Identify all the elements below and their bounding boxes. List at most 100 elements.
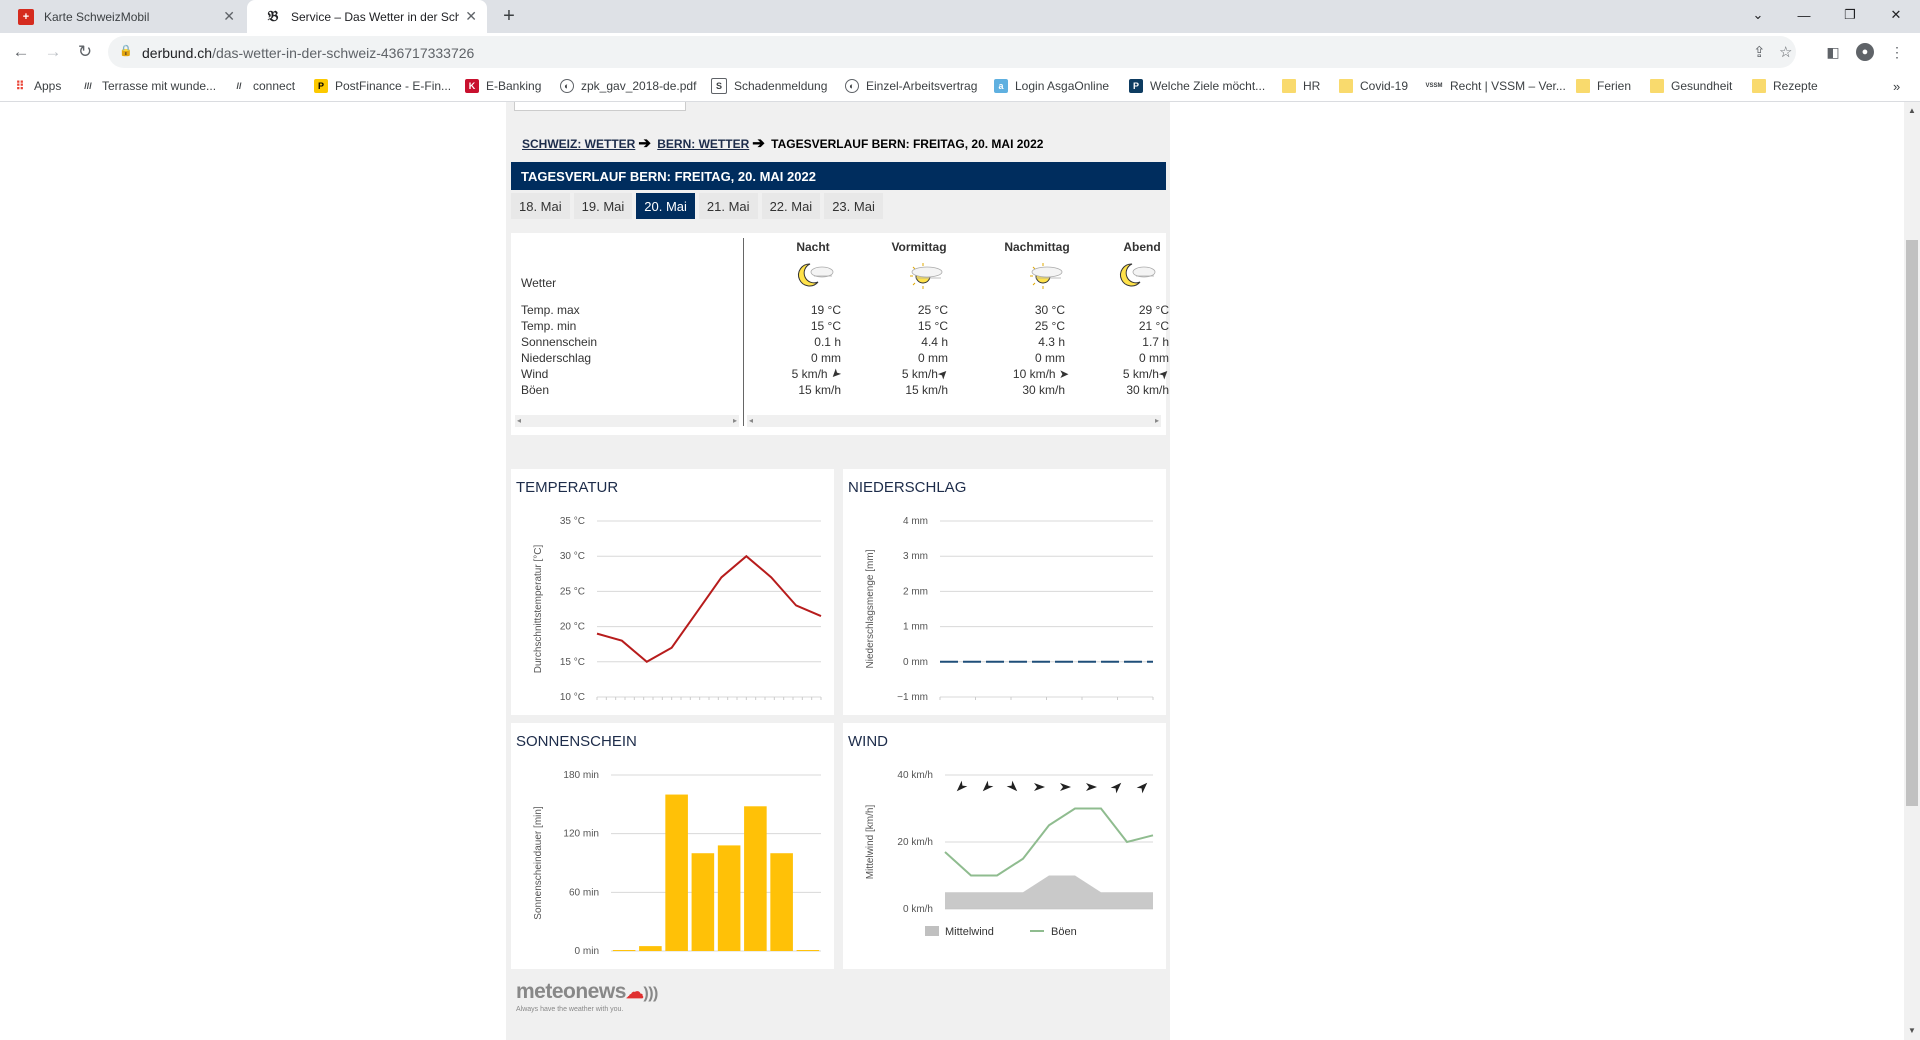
y-tick-label: 180 min (563, 770, 599, 781)
location-select[interactable] (514, 102, 686, 111)
sunshine-bar (770, 853, 793, 951)
close-tab-icon[interactable]: ✕ (465, 8, 477, 25)
breadcrumb: SCHWEIZ: WETTER ➔ BERN: WETTER ➔ TAGESVERL… (522, 134, 1043, 152)
bookmark-zpk[interactable]: ◐ zpk_gav_2018-de.pdf (560, 78, 696, 94)
cell-nacht-tmin: 15 °C (810, 319, 841, 333)
bookmark-star-icon[interactable]: ☆ (1779, 43, 1792, 61)
scroll-down-icon[interactable]: ▼ (1908, 1026, 1916, 1035)
bookmark-folder-covid[interactable]: Covid-19 (1339, 78, 1408, 94)
tab-day-18[interactable]: 18. Mai (511, 193, 570, 219)
bookmark-postfinance[interactable]: P PostFinance - E-Fin... (314, 78, 451, 94)
new-tab-button[interactable]: + (497, 4, 521, 28)
side-panel-icon[interactable]: ◧ (1822, 41, 1844, 63)
sunshine-panel: SONNENSCHEIN 180 min 120 min 60 min 0 min So… (511, 723, 834, 969)
close-tab-icon[interactable]: ✕ (223, 8, 235, 25)
col-head-vormittag: Vormittag (891, 240, 947, 254)
page-scrollbar[interactable]: ▲ ▼ (1904, 102, 1920, 1040)
arrow-right-icon: ➔ (638, 135, 651, 152)
cell-vormittag-wind: 5 km/h➤ (901, 365, 952, 383)
tab-wetter[interactable]: 𝔅 Service – Das Wetter in der Schweiz ✕ (247, 0, 487, 33)
col-head-abend: Abend (1123, 240, 1161, 254)
temperature-panel: TEMPERATUR 35 °C 30 °C 25 °C 20 °C 15 °C 10 °… (511, 469, 834, 715)
tab-day-21[interactable]: 21. Mai (698, 193, 758, 219)
bookmark-connect[interactable]: //connect (232, 78, 295, 94)
temperature-chart: 35 °C 30 °C 25 °C 20 °C 15 °C 10 °C Durchschni… (533, 516, 822, 703)
row-label-wetter: Wetter (521, 276, 557, 290)
bookmark-arbeitsvertrag[interactable]: ◐ Einzel-Arbeitsvertrag (845, 78, 977, 94)
meteonews-logo[interactable]: meteonews☁))) Always have the weather wi… (516, 980, 658, 1013)
weather-content: SCHWEIZ: WETTER ➔ BERN: WETTER ➔ TAGESVERL… (506, 102, 1173, 1040)
y-tick-label: 30 °C (560, 551, 585, 562)
sunshine-chart: 180 min 120 min 60 min 0 min Sonnenscheindau… (533, 770, 821, 957)
bookmark-ziele[interactable]: P Welche Ziele möcht... (1129, 78, 1265, 94)
swiss-flag-icon: + (18, 8, 34, 25)
bookmark-terrasse[interactable]: ///Terrasse mit wunde... (81, 78, 216, 94)
wind-panel: WIND 40 km/h 20 km/h 0 km/h Mittelwind [km/… (843, 723, 1166, 969)
breadcrumb-schweiz-link[interactable]: SCHWEIZ: WETTER (522, 137, 635, 151)
wind-direction-arrow (1110, 782, 1122, 794)
scroll-up-icon[interactable]: ▲ (1908, 106, 1916, 115)
cell-abend-wind: 5 km/h➤ (1122, 365, 1173, 383)
menu-icon[interactable]: ⋮ (1886, 41, 1908, 63)
globe-icon: ◐ (845, 79, 859, 93)
moon-cloud-icon (798, 263, 834, 287)
tab-day-23[interactable]: 23. Mai (824, 193, 883, 219)
legend-mittelwind-label: Mittelwind (945, 926, 994, 938)
folder-icon (1752, 79, 1766, 93)
row-label-rain: Niederschlag (521, 351, 592, 365)
tab-schweizmobil[interactable]: + Karte SchweizMobil ✕ (0, 0, 245, 33)
sunshine-bar (665, 794, 688, 951)
wind-direction-arrow (1086, 783, 1097, 791)
cell-abend-sun: 1.7 h (1142, 335, 1169, 349)
forward-icon[interactable]: → (41, 40, 65, 64)
bookmark-folder-hr[interactable]: HR (1282, 78, 1320, 94)
more-bookmarks-icon[interactable]: » (1893, 78, 1900, 94)
right-scrollbar[interactable]: ◂ ▸ (747, 415, 1161, 427)
cell-vormittag-tmin: 15 °C (917, 319, 948, 333)
back-icon[interactable]: ← (9, 40, 33, 64)
cell-abend-gust: 30 km/h (1126, 383, 1169, 397)
share-icon[interactable]: ⇪ (1753, 43, 1766, 61)
bookmark-schadenmeldung[interactable]: S Schadenmeldung (711, 78, 827, 94)
bookmark-folder-gesundheit[interactable]: Gesundheit (1650, 78, 1732, 94)
reload-icon[interactable]: ↻ (73, 40, 97, 64)
cell-nachmittag-wind: 10 km/h ➤ (1012, 367, 1069, 381)
bookmark-asga[interactable]: a Login AsgaOnline (994, 78, 1109, 94)
bookmark-apps[interactable]: ⠿ Apps (13, 78, 62, 94)
row-label-gust: Böen (521, 383, 550, 397)
sunshine-bar (744, 806, 767, 951)
sunshine-bar (796, 950, 820, 952)
bookmark-ebanking[interactable]: K E-Banking (465, 78, 541, 94)
vssm-icon: VSSM (1425, 83, 1443, 89)
page-viewport: SCHWEIZ: WETTER ➔ BERN: WETTER ➔ TAGESVERL… (0, 102, 1904, 1040)
left-scrollbar[interactable]: ◂ ▸ (515, 415, 739, 427)
forecast-table: Wetter Temp. max Temp. min Sonnenschein … (511, 233, 1173, 435)
bookmark-folder-ferien[interactable]: Ferien (1576, 78, 1631, 94)
wind-direction-arrow (956, 780, 968, 792)
mittelwind-area (945, 875, 1153, 909)
cell-vormittag-gust: 15 km/h (905, 383, 948, 397)
precipitation-panel: NIEDERSCHLAG 4 mm 3 mm 2 mm 1 mm 0 mm −1 mm Ni… (843, 469, 1166, 715)
precipitation-chart: 4 mm 3 mm 2 mm 1 mm 0 mm −1 mm Niederschlagsme… (865, 516, 1154, 703)
scrollbar-thumb[interactable] (1906, 240, 1918, 806)
tab-day-20[interactable]: 20. Mai (636, 193, 695, 219)
minimize-button[interactable]: — (1781, 0, 1827, 30)
bookmark-folder-rezepte[interactable]: Rezepte (1752, 78, 1818, 94)
breadcrumb-bern-link[interactable]: BERN: WETTER (657, 137, 749, 151)
tab-search-icon[interactable]: ⌄ (1735, 0, 1781, 30)
tab-day-19[interactable]: 19. Mai (573, 193, 633, 219)
close-window-button[interactable]: ✕ (1873, 0, 1919, 30)
y-tick-label: 2 mm (903, 586, 928, 597)
y-tick-label: 0 mm (903, 657, 928, 668)
address-bar[interactable]: 🔒 derbund.ch/das-wetter-in-der-schweiz-4… (108, 36, 1796, 68)
sun-cloud-icon (1030, 263, 1063, 289)
row-labels: Wetter Temp. max Temp. min Sonnenschein … (511, 233, 743, 435)
restore-button[interactable]: ❐ (1827, 0, 1873, 30)
col-head-nacht: Nacht (796, 240, 830, 254)
y-tick-label: 4 mm (903, 516, 928, 527)
cell-abend-tmax: 29 °C (1138, 303, 1169, 317)
browser-toolbar: ← → ↻ 🔒 derbund.ch/das-wetter-in-der-sch… (0, 33, 1920, 71)
tab-day-22[interactable]: 22. Mai (761, 193, 821, 219)
bookmark-recht[interactable]: VSSM Recht | VSSM – Ver... (1425, 78, 1565, 94)
profile-avatar-icon[interactable]: ● (1854, 41, 1876, 63)
